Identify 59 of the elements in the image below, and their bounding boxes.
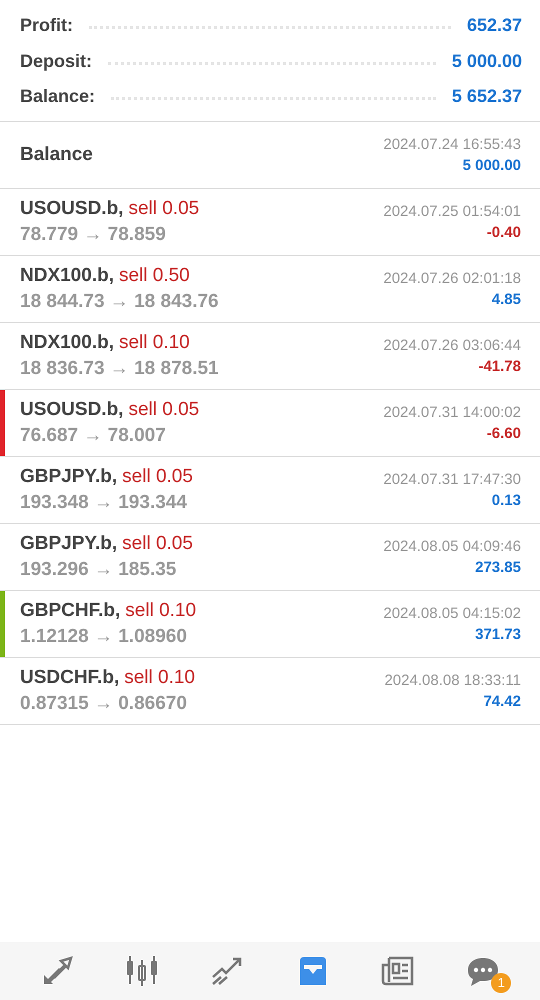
trade-order: sell 0.05 — [122, 466, 193, 488]
trade-symbol: USDCHF.b, — [20, 666, 120, 688]
summary-value: 5 000.00 — [452, 50, 522, 72]
deal-time: 2024.07.31 17:47:30 — [383, 470, 521, 488]
trade-order: sell 0.05 — [128, 398, 200, 420]
summary-value: 5 652.37 — [452, 86, 522, 108]
trade-row[interactable]: GBPJPY.b, sell 0.05 193.348 → 193.344 2024.07.31 17:47:30 0.13 — [0, 456, 540, 524]
trade-profit: -6.60 — [486, 424, 521, 442]
deal-time: 2024.07.31 14:00:02 — [383, 404, 521, 420]
trade-order: sell 0.10 — [125, 600, 196, 622]
trade-prices: 1.12128 → 1.08960 — [20, 626, 188, 648]
notification-badge: 1 — [491, 973, 512, 993]
trade-profit: -41.78 — [478, 358, 521, 374]
trade-row[interactable]: USDCHF.b, sell 0.10 0.87315 → 0.86670 2024.08.08 18:33:11 74.42 — [0, 658, 540, 724]
trade-profit: 0.13 — [492, 492, 521, 508]
trade-symbol: GBPJPY.b, — [20, 466, 118, 488]
trade-prices: 0.87315 → 0.86670 — [20, 692, 188, 714]
summary-value: 652.37 — [466, 15, 522, 36]
trade-prices: 76.687 → 78.007 — [20, 424, 167, 446]
balance-row[interactable]: Balance 2024.07.24 16:55:43 5 000.00 — [0, 122, 540, 188]
trade-order: sell 0.50 — [118, 264, 190, 286]
trade-row[interactable]: GBPJPY.b, sell 0.05 193.296 → 185.35 2024.08.05 04:09:46 273.85 — [0, 524, 540, 590]
trade-profit: 74.42 — [483, 692, 521, 710]
trade-prices: 193.348 → 193.344 — [20, 492, 188, 514]
trade-row[interactable]: NDX100.b, sell 0.50 18 844.73 → 18 843.76 2024.07.26 02:01:18 4.85 — [0, 256, 540, 322]
trade-profit: -0.40 — [486, 224, 521, 240]
trade-row[interactable]: USOUSD.b, sell 0.05 78.779 → 78.859 2024.07.25 01:54:01 -0.40 — [0, 188, 540, 256]
trade-profit: 273.85 — [475, 558, 521, 576]
deal-time: 2024.07.26 03:06:44 — [383, 336, 521, 354]
trade-profit: 371.73 — [475, 626, 521, 642]
trade-prices: 78.779 → 78.859 — [20, 224, 167, 246]
trade-symbol: USOUSD.b, — [20, 398, 124, 420]
deal-time: 2024.07.25 01:54:01 — [383, 202, 521, 220]
summary-label: Deposit: — [20, 50, 92, 72]
trade-row[interactable]: NDX100.b, sell 0.10 18 836.73 → 18 878.51 2024.07.26 03:06:44 -41.78 — [0, 322, 540, 390]
trade-order: sell 0.10 — [118, 332, 190, 354]
trade-symbol: GBPCHF.b, — [20, 600, 120, 622]
trade-order: sell 0.05 — [128, 198, 200, 220]
trade-prices: 18 836.73 → 18 878.51 — [20, 358, 219, 380]
deal-time: 2024.07.26 02:01:18 — [383, 270, 521, 286]
summary-label: Profit: — [20, 15, 73, 36]
deal-time: 2024.08.08 18:33:11 — [384, 672, 521, 688]
trade-prices: 193.296 → 185.35 — [20, 558, 178, 580]
trade-prices: 18 844.73 → 18 843.76 — [20, 290, 219, 312]
trade-symbol: NDX100.b, — [20, 332, 114, 354]
trade-profit: 4.85 — [492, 290, 521, 308]
trade-symbol: USOUSD.b, — [20, 198, 124, 220]
deal-time: 2024.08.05 04:15:02 — [383, 604, 521, 622]
trade-order: sell 0.10 — [124, 666, 196, 688]
summary-label: Balance: — [20, 86, 96, 108]
deal-time: 2024.08.05 04:09:46 — [383, 538, 521, 554]
balance-amount: 5 000.00 — [462, 156, 521, 174]
trade-symbol: GBPJPY.b, — [20, 532, 118, 554]
deal-time: 2024.07.24 16:55:43 — [383, 136, 521, 152]
trade-row[interactable]: GBPCHF.b, sell 0.10 1.12128 → 1.08960 2024.08.05 04:15:02 371.73 — [0, 590, 540, 658]
trade-order: sell 0.05 — [122, 532, 193, 554]
trade-row[interactable]: USOUSD.b, sell 0.05 76.687 → 78.007 2024.07.31 14:00:02 -6.60 — [0, 390, 540, 456]
balance-title: Balance — [20, 144, 93, 166]
trade-symbol: NDX100.b, — [20, 264, 114, 286]
